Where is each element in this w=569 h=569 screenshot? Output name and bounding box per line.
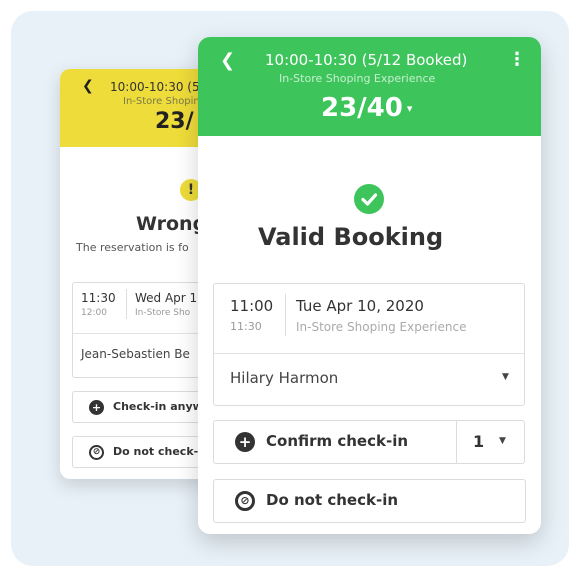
- slot-subtitle: In-Store Shoping Experience: [279, 72, 436, 85]
- booking-date: Wed Apr 1: [135, 291, 198, 305]
- time-end: 11:30: [230, 320, 262, 333]
- divider: [285, 294, 286, 336]
- chevron-left-icon[interactable]: ❮: [220, 50, 235, 71]
- chevron-left-icon[interactable]: ❮: [82, 78, 94, 94]
- chevron-down-icon[interactable]: ▼: [502, 372, 509, 382]
- block-icon: ⊘: [235, 491, 255, 511]
- block-icon: ⊘: [89, 445, 104, 460]
- slot-subtitle: In-Store Shopin: [123, 96, 200, 107]
- plus-circle-icon: +: [89, 400, 104, 415]
- status-message: The reservation is fo: [76, 241, 189, 254]
- booking-experience: In-Store Sho: [135, 308, 191, 318]
- guest-select[interactable]: Hilary Harmon: [230, 369, 338, 387]
- booking-details: 11:00 11:30 Tue Apr 10, 2020 In-Store Sh…: [213, 283, 525, 406]
- valid-card-header: ❮ 10:00-10:30 (5/12 Booked) In-Store Sho…: [198, 37, 541, 136]
- slot-time: 10:00-10:30 (5/12 Booked): [265, 51, 468, 69]
- status-title: Wrong: [136, 213, 207, 235]
- valid-booking-card: ❮ 10:00-10:30 (5/12 Booked) In-Store Sho…: [198, 37, 541, 534]
- divider: [126, 289, 127, 319]
- check-circle-icon: [354, 184, 384, 214]
- guest-name: Jean-Sebastien Be: [81, 347, 190, 361]
- time-end: 12:00: [81, 308, 107, 318]
- slot-time: 10:00-10:30 (5/: [110, 80, 204, 94]
- confirm-checkin-button[interactable]: + Confirm check-in: [213, 420, 457, 464]
- chevron-down-icon: ▾: [406, 102, 413, 115]
- confirm-checkin-label: Confirm check-in: [266, 432, 409, 450]
- status-title: Valid Booking: [258, 223, 444, 251]
- divider: [214, 353, 524, 354]
- plus-circle-icon: +: [235, 432, 255, 452]
- booking-experience: In-Store Shoping Experience: [296, 320, 467, 334]
- do-not-checkin-label: Do not check-i: [113, 445, 202, 458]
- booking-date: Tue Apr 10, 2020: [296, 297, 424, 315]
- quantity-select[interactable]: 1 ▼: [456, 420, 525, 464]
- do-not-checkin-label: Do not check-in: [266, 491, 399, 509]
- do-not-checkin-button[interactable]: ⊘ Do not check-in: [213, 479, 526, 523]
- checkin-anyway-label: Check-in anyw: [113, 400, 203, 413]
- occupancy-count[interactable]: 23/40 ▾: [321, 93, 412, 123]
- occupancy-count: 23/: [155, 109, 194, 134]
- more-vertical-icon[interactable]: ⋮: [508, 49, 526, 70]
- time-start: 11:00: [230, 297, 274, 315]
- chevron-down-icon: ▼: [499, 436, 506, 446]
- time-start: 11:30: [81, 291, 116, 305]
- quantity-value: 1: [473, 432, 485, 451]
